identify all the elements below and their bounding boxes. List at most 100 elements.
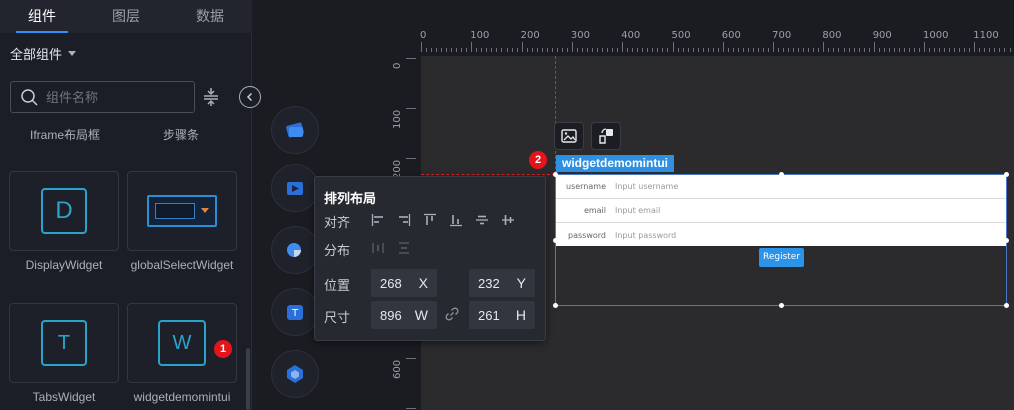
align-bottom-icon[interactable] — [449, 213, 463, 227]
ruler-x-tick — [672, 42, 674, 52]
ruler-x-minor-tick — [597, 48, 599, 52]
panel-scrollbar[interactable] — [246, 348, 250, 410]
ruler-x-minor-tick — [999, 48, 1001, 52]
arrange-layout-button[interactable] — [591, 122, 621, 150]
sort-icon[interactable] — [203, 88, 219, 106]
select-widget-icon — [147, 195, 217, 227]
align-center-icon[interactable] — [501, 213, 515, 227]
component-label-widgetdemomintui: widgetdemomintui — [133, 390, 231, 404]
component-card-tabs[interactable]: T — [9, 303, 119, 383]
rail-button-1[interactable] — [271, 106, 319, 154]
search-icon — [21, 88, 38, 106]
resize-handle-br[interactable] — [1004, 303, 1009, 308]
ruler-x-minor-tick — [994, 48, 996, 52]
ruler-y-tick — [406, 408, 416, 409]
ruler-x-minor-tick — [551, 48, 553, 52]
ruler-x-minor-tick — [934, 48, 936, 52]
ruler-x-label: 1000 — [923, 30, 949, 41]
tabs-widget-icon: T — [41, 320, 87, 366]
ruler-x-minor-tick — [662, 48, 664, 52]
ruler-x-minor-tick — [496, 48, 498, 52]
ruler-x-minor-tick — [742, 48, 744, 52]
component-card-display[interactable]: D — [9, 171, 119, 251]
rail-button-4[interactable]: T — [271, 288, 319, 336]
rail-button-5[interactable] — [271, 350, 319, 398]
username-field[interactable]: Input username — [615, 182, 678, 191]
search-box[interactable] — [10, 81, 195, 113]
ruler-x-minor-tick — [903, 48, 905, 52]
ruler-x-label: 100 — [470, 30, 490, 41]
ruler-x-minor-tick — [969, 48, 971, 52]
ruler-x-minor-tick — [677, 48, 679, 52]
ruler-x-minor-tick — [506, 48, 508, 52]
align-top-icon[interactable] — [423, 213, 437, 227]
component-steps-label[interactable]: 步骤条 — [138, 126, 224, 143]
ruler-x-tick — [571, 42, 573, 52]
ruler-x-minor-tick — [843, 48, 845, 52]
ruler-x-minor-tick — [893, 48, 895, 52]
height-field[interactable]: 261 H — [469, 301, 535, 329]
tab-components[interactable]: 组件 — [0, 0, 84, 33]
rail-button-3[interactable] — [271, 226, 319, 274]
ruler-x-minor-tick — [682, 48, 684, 52]
w-value: 896 — [380, 307, 402, 323]
ruler-x-label: 500 — [671, 30, 691, 41]
w-unit: W — [414, 307, 428, 323]
chart-widget-icon — [287, 243, 301, 257]
ruler-x-minor-tick — [918, 48, 920, 52]
rail-button-2[interactable] — [271, 164, 319, 212]
password-field[interactable]: Input password — [615, 231, 676, 240]
x-position-field[interactable]: 268 X — [371, 269, 437, 297]
ruler-x-minor-tick — [561, 48, 563, 52]
email-field[interactable]: Input email — [615, 206, 660, 215]
width-field[interactable]: 896 W — [371, 301, 437, 329]
popup-title: 排列布局 — [324, 191, 377, 206]
size-label: 尺寸 — [324, 310, 351, 325]
search-input[interactable] — [46, 89, 186, 105]
distribute-vertical-icon[interactable] — [397, 241, 411, 255]
ruler-x-minor-tick — [541, 48, 543, 52]
ruler-x-minor-tick — [939, 48, 941, 52]
ruler-x-minor-tick — [737, 48, 739, 52]
align-left-icon[interactable] — [371, 213, 385, 227]
distribute-horizontal-icon[interactable] — [371, 241, 385, 255]
tab-layers[interactable]: 图层 — [84, 0, 168, 33]
y-value: 232 — [478, 275, 500, 291]
ruler-x-minor-tick — [702, 48, 704, 52]
collapse-panel-button[interactable] — [239, 86, 261, 108]
resize-handle-b[interactable] — [779, 303, 784, 308]
ruler-y-label: 100 — [392, 109, 403, 129]
category-dropdown[interactable]: 全部组件 — [10, 44, 77, 63]
ruler-x-minor-tick — [647, 48, 649, 52]
align-right-icon[interactable] — [397, 213, 411, 227]
ruler-x-minor-tick — [642, 48, 644, 52]
ruler-y-tick — [406, 158, 416, 159]
ruler-x-minor-tick — [566, 48, 568, 52]
component-iframe-label[interactable]: Iframe布局框 — [22, 126, 108, 143]
horizontal-ruler: 0 100 200 300 400 500 600 700 800 900 1000 1100 — [390, 28, 1014, 56]
widget-form-preview: username Input username email Input emai… — [556, 175, 1006, 246]
ruler-x-minor-tick — [526, 48, 528, 52]
ruler-x-minor-tick — [783, 48, 785, 52]
ruler-x-minor-tick — [466, 48, 468, 52]
register-button[interactable]: Register — [759, 248, 804, 267]
ruler-x-minor-tick — [788, 48, 790, 52]
component-card-global-select[interactable] — [127, 171, 237, 251]
ruler-x-minor-tick — [501, 48, 503, 52]
ruler-x-minor-tick — [632, 48, 634, 52]
tab-data[interactable]: 数据 — [168, 0, 252, 33]
ruler-x-label: 600 — [721, 30, 741, 41]
ruler-x-minor-tick — [486, 48, 488, 52]
form-row-username: username Input username — [556, 175, 1006, 199]
ruler-x-minor-tick — [954, 48, 956, 52]
image-tool-button[interactable] — [554, 122, 584, 150]
ruler-x-minor-tick — [602, 48, 604, 52]
ruler-x-label: 0 — [420, 30, 427, 41]
y-position-field[interactable]: 232 Y — [469, 269, 535, 297]
ruler-x-minor-tick — [833, 48, 835, 52]
chevron-left-icon — [246, 92, 253, 102]
align-middle-icon[interactable] — [475, 213, 489, 227]
link-ratio-icon[interactable] — [444, 306, 460, 322]
resize-handle-bl[interactable] — [553, 303, 558, 308]
username-label: username — [566, 182, 606, 191]
